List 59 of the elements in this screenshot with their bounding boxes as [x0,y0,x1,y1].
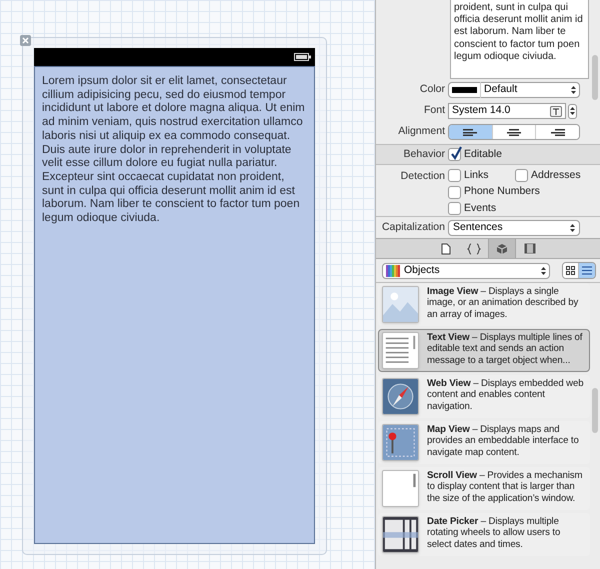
align-center-icon [507,128,521,136]
library-item-description: Image View – Displays a single image, or an animation described by an array of images. [427,286,580,322]
grid-icon [566,266,576,275]
library-item-description: Text View – Displays multiple lines of editable text and sends an action message to a target object when... [427,332,584,368]
align-left-icon [463,128,478,136]
checkbox[interactable] [515,169,528,182]
detection-option-label: Addresses [531,168,581,183]
scrollbar-thumb[interactable] [592,388,598,433]
library-item-description: Scroll View – Provides a mechanism to display content that is larger than the size of the application’s window. [427,470,584,506]
text-lines-icon [382,332,419,369]
color-dropdown[interactable]: Default [448,82,580,98]
color-label: Color [418,82,446,98]
scroll-area-icon [382,470,419,507]
library-filter-dropdown[interactable]: Objects [382,262,550,278]
capitalization-dropdown[interactable]: Sentences [448,220,580,236]
date-wheels-icon [382,516,419,553]
compass-icon [382,378,419,415]
font-label: Font [422,103,446,118]
behavior-label: Behavior [402,146,446,162]
checkbox[interactable] [448,169,461,182]
stepper-arrows-icon [570,107,575,115]
list-icon [582,266,592,275]
checkbox[interactable] [448,186,461,199]
capitalization-label: Capitalization [380,220,446,235]
library-item-description: Web View – Displays embedded web content and enables content navigation. [427,378,584,414]
detection-option-label: Phone Numbers [464,184,540,200]
detection-option-label: Links [464,168,489,183]
library-item-description: Date Picker – Displays multiple rotating wheels to allow users to select dates and times. [427,516,562,552]
detection-label: Detection [400,169,446,184]
stepper-arrows-icon [541,266,546,274]
alignment-label: Alignment [397,124,446,140]
list-view-button[interactable] [579,263,595,278]
font-field[interactable]: System 14.0 [448,103,566,119]
braces-icon [467,242,481,254]
library-item-description: Map View – Displays maps and provides an embeddable interface to navigate map content. [427,424,580,460]
detection-option-label: Events [464,200,496,216]
alignment-segment[interactable] [449,125,493,139]
color-swatch [452,87,477,93]
map-pin-icon [382,424,419,461]
cube-icon [496,242,508,254]
editable-label: Editable [464,146,502,162]
library-item[interactable]: Text View – Displays multiple lines of editable text and sends an action message to a target object when... [378,329,590,372]
checkbox[interactable] [448,148,461,161]
text-view[interactable]: Lorem ipsum dolor sit er elit lamet, consectetaur cillium adipisicing pecu, sed do eiusmod tempor incididunt ut labore et dolore magna aliqua. Ut enim ad minim veniam, quis nostrud exercitation ullamco laboris nisi ut aliquip ex ea commodo consequat. Duis aute irure dolor in reprehenderit in voluptate velit esse cillum dolore eu fugiat nulla pariatur. Excepteur sint occaecat cupidatat non proident, sunt in culpa qui officia deserunt mollit anim id est laborum. Nam liber te conscient to factor tum poen legum odioque civiuda. [34,66,315,544]
landscape-image-icon [382,286,419,323]
color-bars-icon [386,264,400,276]
checkbox[interactable] [448,202,461,216]
scrollbar-thumb[interactable] [592,55,598,100]
film-icon [524,243,536,254]
text-preview[interactable]: proident, sunt in culpa qui officia deserunt mollit anim id est laborum. Nam liber te conscient to factor tum poen legum odioque civiuda. [450,0,589,79]
battery-icon [294,53,311,61]
font-picker-icon[interactable] [550,106,562,116]
stepper-arrows-icon [571,86,576,94]
grid-view-button[interactable] [563,263,580,278]
font-size-stepper[interactable] [568,104,577,118]
align-right-icon [550,128,565,136]
stepper-arrows-icon [570,224,575,232]
library-tab[interactable] [488,239,516,258]
file-icon [441,242,451,254]
